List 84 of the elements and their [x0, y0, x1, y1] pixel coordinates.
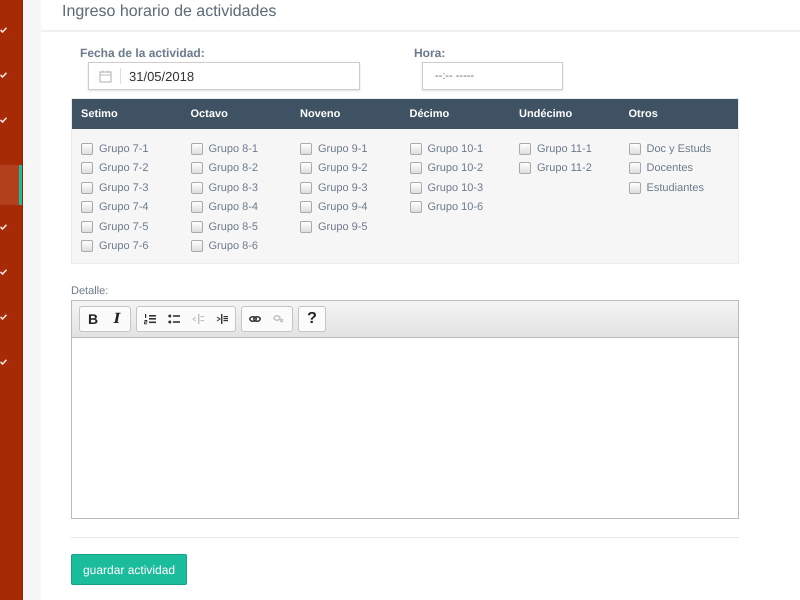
- checkbox[interactable]: [628, 162, 640, 174]
- checkbox-label[interactable]: Grupo 8-2: [208, 162, 258, 174]
- check-icon: [0, 224, 7, 230]
- checkbox[interactable]: [410, 182, 422, 194]
- check-icon: [0, 27, 7, 33]
- indent-icon: [216, 313, 228, 325]
- checkbox[interactable]: [300, 182, 312, 194]
- checkbox-label[interactable]: Grupo 8-1: [208, 142, 258, 155]
- text-editor[interactable]: B I ?: [71, 300, 739, 519]
- outdent-icon: [192, 313, 204, 325]
- help-button[interactable]: ?: [300, 308, 324, 330]
- checkbox-label[interactable]: Grupo 7-1: [99, 142, 149, 155]
- field-label: Hora:: [414, 46, 446, 60]
- check-icon: [0, 359, 7, 365]
- checkbox[interactable]: [81, 201, 93, 214]
- checkbox[interactable]: [190, 182, 202, 194]
- checkbox-label[interactable]: Grupo 10-1: [428, 142, 484, 155]
- checkbox-label[interactable]: Grupo 7-2: [99, 162, 149, 174]
- checkbox-label[interactable]: Grupo 9-2: [318, 162, 368, 174]
- checkbox[interactable]: [190, 142, 202, 155]
- checkbox-label[interactable]: Grupo 8-4: [208, 201, 258, 214]
- column-heading: Décimo: [410, 108, 450, 120]
- checkbox[interactable]: [300, 220, 312, 233]
- checkbox-label[interactable]: Grupo 10-2: [428, 162, 484, 174]
- checkbox-label[interactable]: Grupo 9-3: [318, 182, 368, 194]
- checkbox[interactable]: [300, 142, 312, 155]
- checkbox[interactable]: [628, 142, 640, 155]
- date-field[interactable]: 31/05/2018: [88, 62, 360, 90]
- column-heading: Otros: [628, 108, 658, 120]
- checkbox[interactable]: [81, 162, 93, 174]
- checkbox[interactable]: [190, 201, 202, 214]
- checkbox[interactable]: [81, 240, 93, 252]
- time-field[interactable]: --:-- -----: [422, 62, 563, 90]
- checkbox-label[interactable]: Grupo 8-5: [208, 220, 258, 233]
- italic-button[interactable]: I: [105, 308, 129, 330]
- column-heading: Octavo: [190, 108, 228, 120]
- checkbox[interactable]: [410, 201, 422, 214]
- page-title: Ingreso horario de actividades: [41, 0, 800, 32]
- chain-link-icon: [249, 313, 261, 325]
- checkbox-label[interactable]: Grupo 7-3: [99, 182, 149, 194]
- checkbox[interactable]: [410, 162, 422, 174]
- checkbox[interactable]: [190, 162, 202, 174]
- column-heading: Noveno: [300, 108, 340, 120]
- sidebar-item[interactable]: [0, 165, 22, 205]
- checkbox-label[interactable]: Grupo 11-1: [537, 142, 592, 155]
- checkbox[interactable]: [519, 162, 531, 174]
- checkbox-label[interactable]: Grupo 9-1: [318, 142, 368, 155]
- checkbox[interactable]: [190, 220, 202, 233]
- checkbox-label[interactable]: Grupo 8-3: [208, 182, 258, 194]
- check-icon: [0, 117, 7, 123]
- checkbox-label[interactable]: Grupo 10-6: [428, 201, 484, 214]
- checkbox-label[interactable]: Grupo 7-6: [99, 240, 149, 252]
- checkbox[interactable]: [519, 142, 531, 155]
- checkbox[interactable]: [300, 201, 312, 214]
- checkbox-label[interactable]: Grupo 7-5: [99, 220, 149, 233]
- checkbox-label[interactable]: Grupo 7-4: [99, 201, 149, 214]
- field-label: Detalle:: [71, 284, 108, 298]
- checkbox-label[interactable]: Estudiantes: [646, 182, 704, 194]
- check-icon: [0, 314, 7, 320]
- checkbox[interactable]: [410, 142, 422, 155]
- field-label: Fecha de la actividad:: [80, 46, 205, 60]
- checkbox-label[interactable]: Grupo 9-4: [318, 201, 368, 214]
- checkbox[interactable]: [81, 220, 93, 233]
- check-icon: [0, 269, 7, 275]
- bold-button[interactable]: B: [81, 308, 105, 330]
- column-heading: Setimo: [81, 108, 118, 120]
- checkbox[interactable]: [190, 240, 202, 252]
- checkbox-label[interactable]: Grupo 10-3: [428, 182, 484, 194]
- check-icon: [0, 72, 7, 78]
- save-button[interactable]: guardar actividad: [71, 554, 188, 585]
- checkbox[interactable]: [81, 142, 93, 155]
- column-heading: Undécimo: [519, 108, 572, 120]
- checkbox-label[interactable]: Grupo 8-6: [208, 240, 258, 252]
- checkbox[interactable]: [300, 162, 312, 174]
- checkbox-label[interactable]: Grupo 9-5: [318, 220, 368, 233]
- broken-link-icon: [273, 313, 285, 325]
- checkbox[interactable]: [81, 182, 93, 194]
- checkbox-label[interactable]: Doc y Estuds: [646, 142, 712, 155]
- checkbox-label[interactable]: Docentes: [646, 162, 693, 174]
- checkbox[interactable]: [628, 182, 640, 194]
- numbered-list-icon: [144, 313, 156, 325]
- bullet-list-icon: [168, 313, 180, 325]
- calendar-icon: [99, 70, 112, 82]
- checkbox-label[interactable]: Grupo 11-2: [537, 162, 592, 174]
